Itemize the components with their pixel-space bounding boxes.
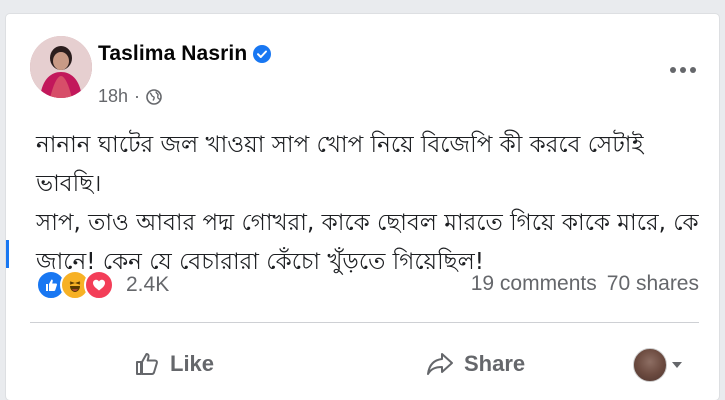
reaction-icons bbox=[36, 270, 114, 300]
post-card: Taslima Nasrin 18h · নানান ঘাটের জল খাওয… bbox=[6, 14, 719, 400]
post-actions: Like Share bbox=[6, 338, 719, 390]
audience-selector[interactable] bbox=[633, 348, 683, 382]
share-arrow-icon bbox=[427, 353, 453, 375]
comments-count-link[interactable]: 19 comments bbox=[471, 272, 597, 296]
thumbs-up-icon bbox=[136, 353, 158, 375]
action-divider bbox=[30, 322, 699, 323]
reaction-count[interactable]: 2.4K bbox=[126, 273, 169, 297]
author-row: Taslima Nasrin bbox=[98, 42, 272, 66]
more-options-button[interactable] bbox=[665, 58, 701, 82]
love-reaction-icon bbox=[84, 270, 114, 300]
post-text-line: নানান ঘাটের জল খাওয়া সাপ খোপ নিয়ে বিজে… bbox=[36, 132, 644, 197]
like-label: Like bbox=[170, 351, 215, 376]
post-body: নানান ঘাটের জল খাওয়া সাপ খোপ নিয়ে বিজে… bbox=[36, 126, 708, 282]
reactions-summary[interactable]: 2.4K bbox=[36, 270, 169, 300]
share-button[interactable]: Share bbox=[426, 338, 525, 390]
verified-badge-icon bbox=[253, 45, 272, 63]
share-label: Share bbox=[464, 351, 526, 376]
post-text-line: সাপ, তাও আবার পদ্ম গোখরা, কাকে ছোবল মারত… bbox=[36, 210, 699, 236]
meta-separator: · bbox=[134, 86, 141, 106]
globe-icon[interactable] bbox=[146, 88, 162, 105]
author-name[interactable]: Taslima Nasrin bbox=[98, 42, 247, 66]
focus-indicator bbox=[6, 240, 9, 268]
more-dots-icon bbox=[670, 67, 696, 73]
like-button[interactable]: Like bbox=[134, 338, 214, 390]
post-timestamp[interactable]: 18h bbox=[98, 86, 128, 107]
engagement-stats: 19 comments 70 shares bbox=[471, 272, 699, 296]
viewer-avatar bbox=[633, 348, 667, 382]
post-meta: 18h · bbox=[98, 86, 162, 107]
caret-down-icon bbox=[672, 362, 682, 368]
shares-count-link[interactable]: 70 shares bbox=[607, 272, 699, 296]
author-avatar[interactable] bbox=[30, 36, 92, 98]
